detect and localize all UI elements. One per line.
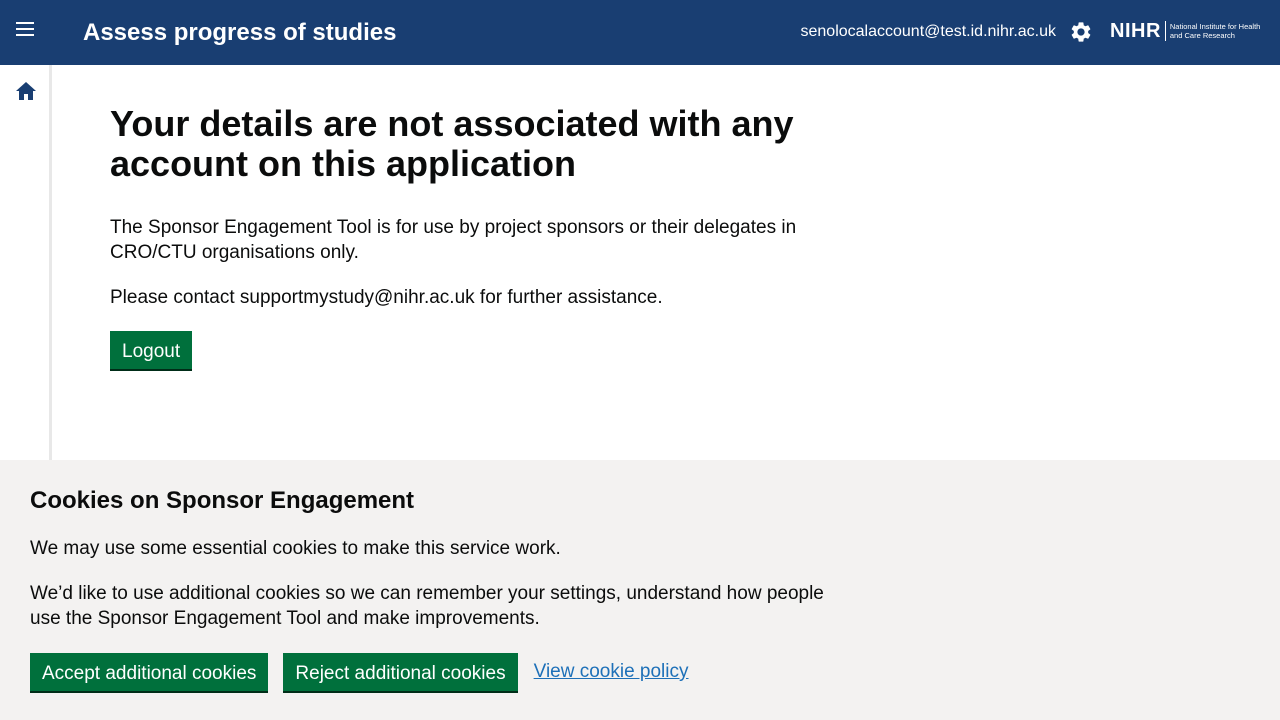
- sidebar: [0, 65, 52, 460]
- contact-paragraph: Please contact supportmystudy@nihr.ac.uk…: [110, 287, 663, 308]
- cookie-banner: Cookies on Sponsor Engagement We may use…: [0, 460, 1280, 720]
- home-icon[interactable]: [15, 81, 37, 101]
- logout-button[interactable]: Logout: [110, 331, 193, 369]
- reject-cookies-button[interactable]: Reject additional cookies: [283, 653, 518, 691]
- logo-subtext: National Institute for Health and Care R…: [1169, 22, 1261, 40]
- accept-cookies-button[interactable]: Accept additional cookies: [30, 653, 269, 691]
- logo-divider: [1164, 21, 1166, 41]
- cookie-actions: Accept additional cookies Reject additio…: [30, 653, 830, 691]
- page-title: Your details are not associated with any…: [110, 103, 794, 184]
- main-content: Your details are not associated with any…: [110, 104, 830, 369]
- cookie-policy-link[interactable]: View cookie policy: [534, 661, 689, 683]
- top-header: Assess progress of studies senolocalacco…: [0, 0, 1280, 65]
- cookie-essential-text: We may use some essential cookies to mak…: [30, 538, 561, 559]
- user-email: senolocalaccount@test.id.nihr.ac.uk: [800, 23, 1057, 40]
- logo-text: NIHR: [1110, 19, 1161, 42]
- gear-icon[interactable]: [1069, 20, 1093, 44]
- nihr-logo[interactable]: NIHR National Institute for Health and C…: [1110, 19, 1266, 43]
- info-paragraph: The Sponsor Engagement Tool is for use b…: [110, 217, 797, 263]
- app-title: Assess progress of studies: [83, 19, 397, 46]
- cookie-additional-text: We’d like to use additional cookies so w…: [30, 583, 824, 629]
- hamburger-menu-icon[interactable]: [16, 22, 38, 44]
- cookie-banner-title: Cookies on Sponsor Engagement: [30, 487, 415, 514]
